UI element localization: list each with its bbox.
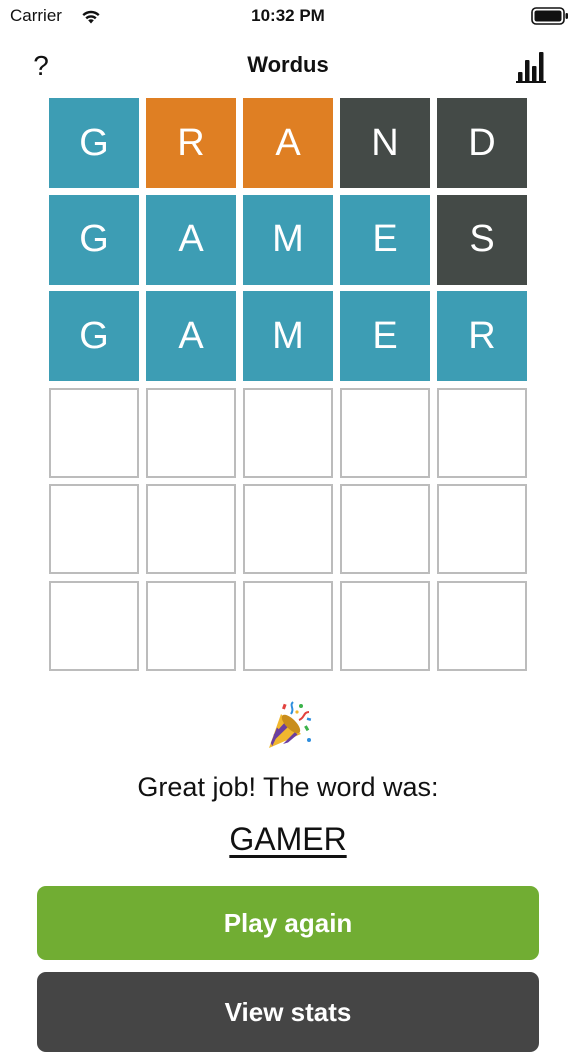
letter-tile — [243, 484, 333, 575]
party-popper-icon — [269, 701, 312, 748]
letter-tile: R — [146, 98, 236, 188]
play-again-button[interactable]: Play again — [37, 886, 539, 960]
letter-tile — [146, 580, 236, 671]
page-title: Wordus — [247, 52, 329, 77]
board-row — [49, 580, 527, 671]
letter-tile — [437, 484, 527, 575]
battery-icon — [531, 7, 568, 25]
letter-tile — [49, 580, 139, 671]
nav-bar: ? Wordus — [0, 40, 576, 92]
letter-tile: A — [146, 291, 236, 382]
letter-tile: E — [340, 291, 430, 382]
letter-tile: G — [49, 194, 139, 285]
letter-tile — [340, 484, 430, 575]
letter-tile — [243, 580, 333, 671]
letter-tile: A — [243, 98, 333, 188]
result-message: Great job! The word was: — [137, 772, 439, 802]
letter-tile — [146, 484, 236, 575]
status-bar: Carrier 10:32 PM — [0, 0, 576, 34]
letter-tile: N — [340, 98, 430, 188]
board-row: GAMER — [49, 291, 527, 382]
letter-tile: M — [243, 194, 333, 285]
letter-tile — [49, 387, 139, 478]
status-time: 10:32 PM — [251, 6, 325, 25]
letter-tile: E — [340, 194, 430, 285]
result-panel: Great job! The word was: GAMER — [0, 700, 576, 858]
letter-tile — [243, 387, 333, 478]
letter-tile: G — [49, 291, 139, 382]
letter-tile: D — [437, 98, 527, 188]
letter-tile: A — [146, 194, 236, 285]
answer-word-link[interactable]: GAMER — [229, 821, 346, 858]
view-stats-button[interactable]: View stats — [37, 972, 539, 1052]
letter-tile: R — [437, 291, 527, 382]
letter-tile: S — [437, 194, 527, 285]
letter-tile — [437, 580, 527, 671]
letter-tile — [49, 484, 139, 575]
bar-chart-icon[interactable] — [514, 48, 550, 84]
letter-tile — [437, 387, 527, 478]
board-row: GAMES — [49, 194, 527, 285]
letter-tile: G — [49, 98, 139, 188]
board-row — [49, 484, 527, 575]
board-row: GRAND — [49, 98, 527, 188]
letter-tile — [340, 580, 430, 671]
board-row — [49, 387, 527, 478]
game-board: GRANDGAMESGAMER — [49, 98, 527, 678]
letter-tile: M — [243, 291, 333, 382]
letter-tile — [146, 387, 236, 478]
letter-tile — [340, 387, 430, 478]
